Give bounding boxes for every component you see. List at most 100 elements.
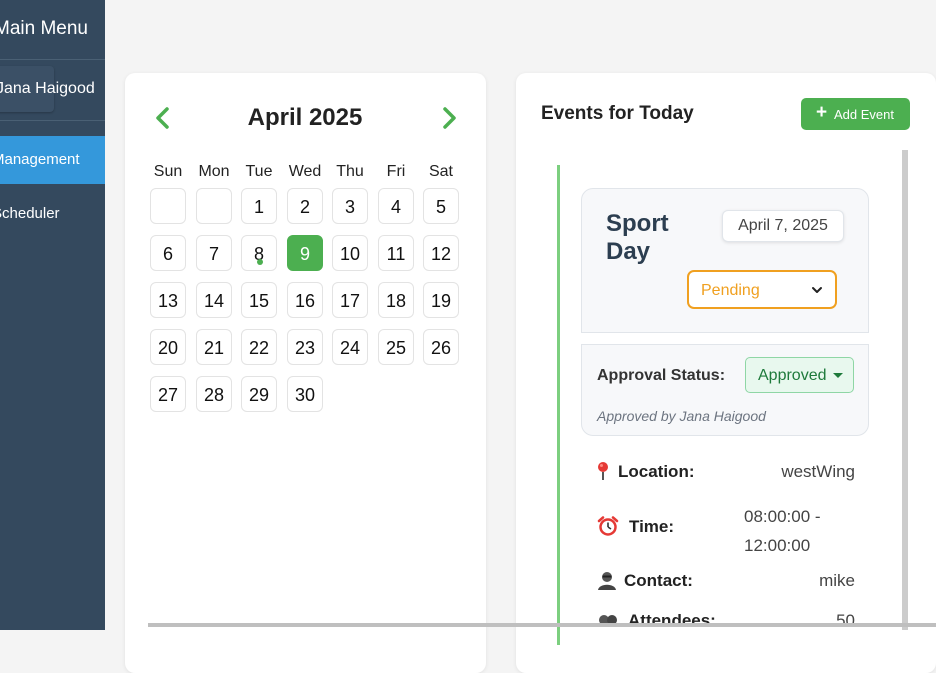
event-indicator-dot — [257, 259, 263, 265]
calendar-day[interactable]: 25 — [378, 329, 414, 365]
calendar-day[interactable]: 21 — [196, 329, 232, 365]
calendar-day-number: 1 — [253, 197, 264, 217]
calendar-day-number: 5 — [435, 197, 446, 217]
weekday-header: Sun — [153, 163, 183, 180]
sidebar-item-label: Scheduler — [0, 205, 60, 222]
calendar-day-number: 27 — [157, 385, 179, 405]
sidebar: Main Menu Jana Haigood Management Schedu… — [0, 0, 105, 630]
calendar-day[interactable]: 18 — [378, 282, 414, 318]
calendar-day[interactable]: 8 — [241, 235, 277, 271]
calendar-day[interactable]: 15 — [241, 282, 277, 318]
calendar-day-number: 19 — [430, 291, 452, 311]
add-event-button[interactable]: + Add Event — [801, 98, 910, 130]
contact-person-icon — [598, 572, 616, 590]
approval-label: Approval Status: — [597, 367, 726, 384]
calendar-day[interactable]: 20 — [150, 329, 186, 365]
weekday-header: Wed — [288, 163, 322, 180]
calendar-day-number: 24 — [339, 338, 361, 358]
prev-month-button[interactable] — [151, 104, 175, 132]
weekday-header: Fri — [386, 163, 406, 180]
calendar-day-number: 17 — [339, 291, 361, 311]
location-label: Location: — [618, 462, 695, 481]
chevron-left-icon — [156, 107, 169, 129]
weekday-header: Sat — [428, 163, 453, 180]
time-label: Time: — [629, 517, 675, 536]
attendees-icon — [599, 615, 617, 625]
calendar-day-number: 26 — [430, 338, 452, 358]
calendar-day-number: 6 — [162, 244, 173, 264]
chevron-right-icon — [443, 107, 456, 129]
calendar-day[interactable]: 22 — [241, 329, 277, 365]
calendar-day-number: 22 — [248, 338, 270, 358]
calendar-day[interactable]: 27 — [150, 376, 186, 412]
calendar-day[interactable]: 3 — [332, 188, 368, 224]
contact-label: Contact: — [624, 571, 693, 590]
calendar-day[interactable]: 6 — [150, 235, 186, 271]
calendar-day-number: 21 — [203, 338, 225, 358]
calendar-day-number: 13 — [157, 291, 179, 311]
attendees-value: 50 — [836, 611, 855, 630]
calendar-day[interactable]: 19 — [423, 282, 459, 318]
calendar-day[interactable]: 14 — [196, 282, 232, 318]
calendar-day[interactable]: 5 — [423, 188, 459, 224]
add-event-label: Add Event — [834, 107, 894, 122]
calendar-empty-cell — [196, 188, 232, 224]
weekday-header: Mon — [198, 163, 230, 180]
event-status-select[interactable]: Pending — [687, 270, 837, 309]
weekday-header: Tue — [245, 163, 273, 180]
sidebar-user-name: Jana Haigood — [0, 80, 95, 97]
calendar-day-number: 7 — [208, 244, 219, 264]
events-scrollbar[interactable] — [902, 150, 908, 630]
plus-icon: + — [816, 102, 828, 123]
calendar-day[interactable]: 10 — [332, 235, 368, 271]
calendar-day-number: 15 — [248, 291, 270, 311]
calendar-day[interactable]: 17 — [332, 282, 368, 318]
calendar-day-number: 12 — [430, 244, 452, 264]
approval-status-value: Approved — [758, 367, 827, 384]
calendar-day[interactable]: 28 — [196, 376, 232, 412]
calendar-day-number: 30 — [294, 385, 316, 405]
calendar-day[interactable]: 24 — [332, 329, 368, 365]
calendar-day-number: 2 — [299, 197, 310, 217]
sidebar-user[interactable]: Jana Haigood — [0, 66, 95, 112]
calendar-day[interactable]: 29 — [241, 376, 277, 412]
calendar-day[interactable]: 11 — [378, 235, 414, 271]
approved-by-text: Approved by Jana Haigood — [597, 408, 766, 424]
calendar-day-number: 10 — [339, 244, 361, 264]
calendar-day[interactable]: 7 — [196, 235, 232, 271]
chevron-down-icon — [812, 287, 822, 293]
events-heading: Events for Today — [541, 103, 694, 124]
sidebar-item-label: Management — [0, 151, 80, 168]
calendar-day[interactable]: 30 — [287, 376, 323, 412]
calendar-day-number: 11 — [386, 244, 406, 264]
calendar-empty-cell — [150, 188, 186, 224]
calendar-day-number: 9 — [299, 244, 310, 264]
attendees-label: Attendees: — [628, 611, 716, 630]
calendar-day-number: 14 — [203, 291, 225, 311]
calendar-day[interactable]: 26 — [423, 329, 459, 365]
location-value: westWing — [781, 462, 855, 481]
calendar-day[interactable]: 2 — [287, 188, 323, 224]
horizontal-scrollbar[interactable] — [148, 623, 936, 627]
calendar-day[interactable]: 23 — [287, 329, 323, 365]
calendar-day[interactable]: 4 — [378, 188, 414, 224]
pushpin-icon — [598, 462, 608, 480]
calendar-day-number: 4 — [390, 197, 401, 217]
calendar-day-number: 29 — [248, 385, 270, 405]
contact-value: mike — [819, 571, 855, 590]
calendar-day[interactable]: 1 — [241, 188, 277, 224]
sidebar-item-scheduler[interactable]: Scheduler — [0, 190, 105, 238]
calendar-day-selected[interactable]: 9 — [287, 235, 323, 271]
calendar-day[interactable]: 12 — [423, 235, 459, 271]
calendar-day-number: 23 — [294, 338, 316, 358]
next-month-button[interactable] — [437, 104, 461, 132]
calendar-day-number: 25 — [385, 338, 407, 358]
sidebar-item-management[interactable]: Management — [0, 136, 105, 184]
calendar-day[interactable]: 13 — [150, 282, 186, 318]
time-value: 08:00:00 - 12:00:00 — [744, 507, 821, 555]
calendar-day[interactable]: 16 — [287, 282, 323, 318]
calendar-day-number: 20 — [157, 338, 179, 358]
month-title: April 2025 — [247, 104, 363, 131]
approval-status-dropdown[interactable]: Approved — [745, 357, 854, 393]
calendar-day-number: 3 — [344, 197, 355, 217]
